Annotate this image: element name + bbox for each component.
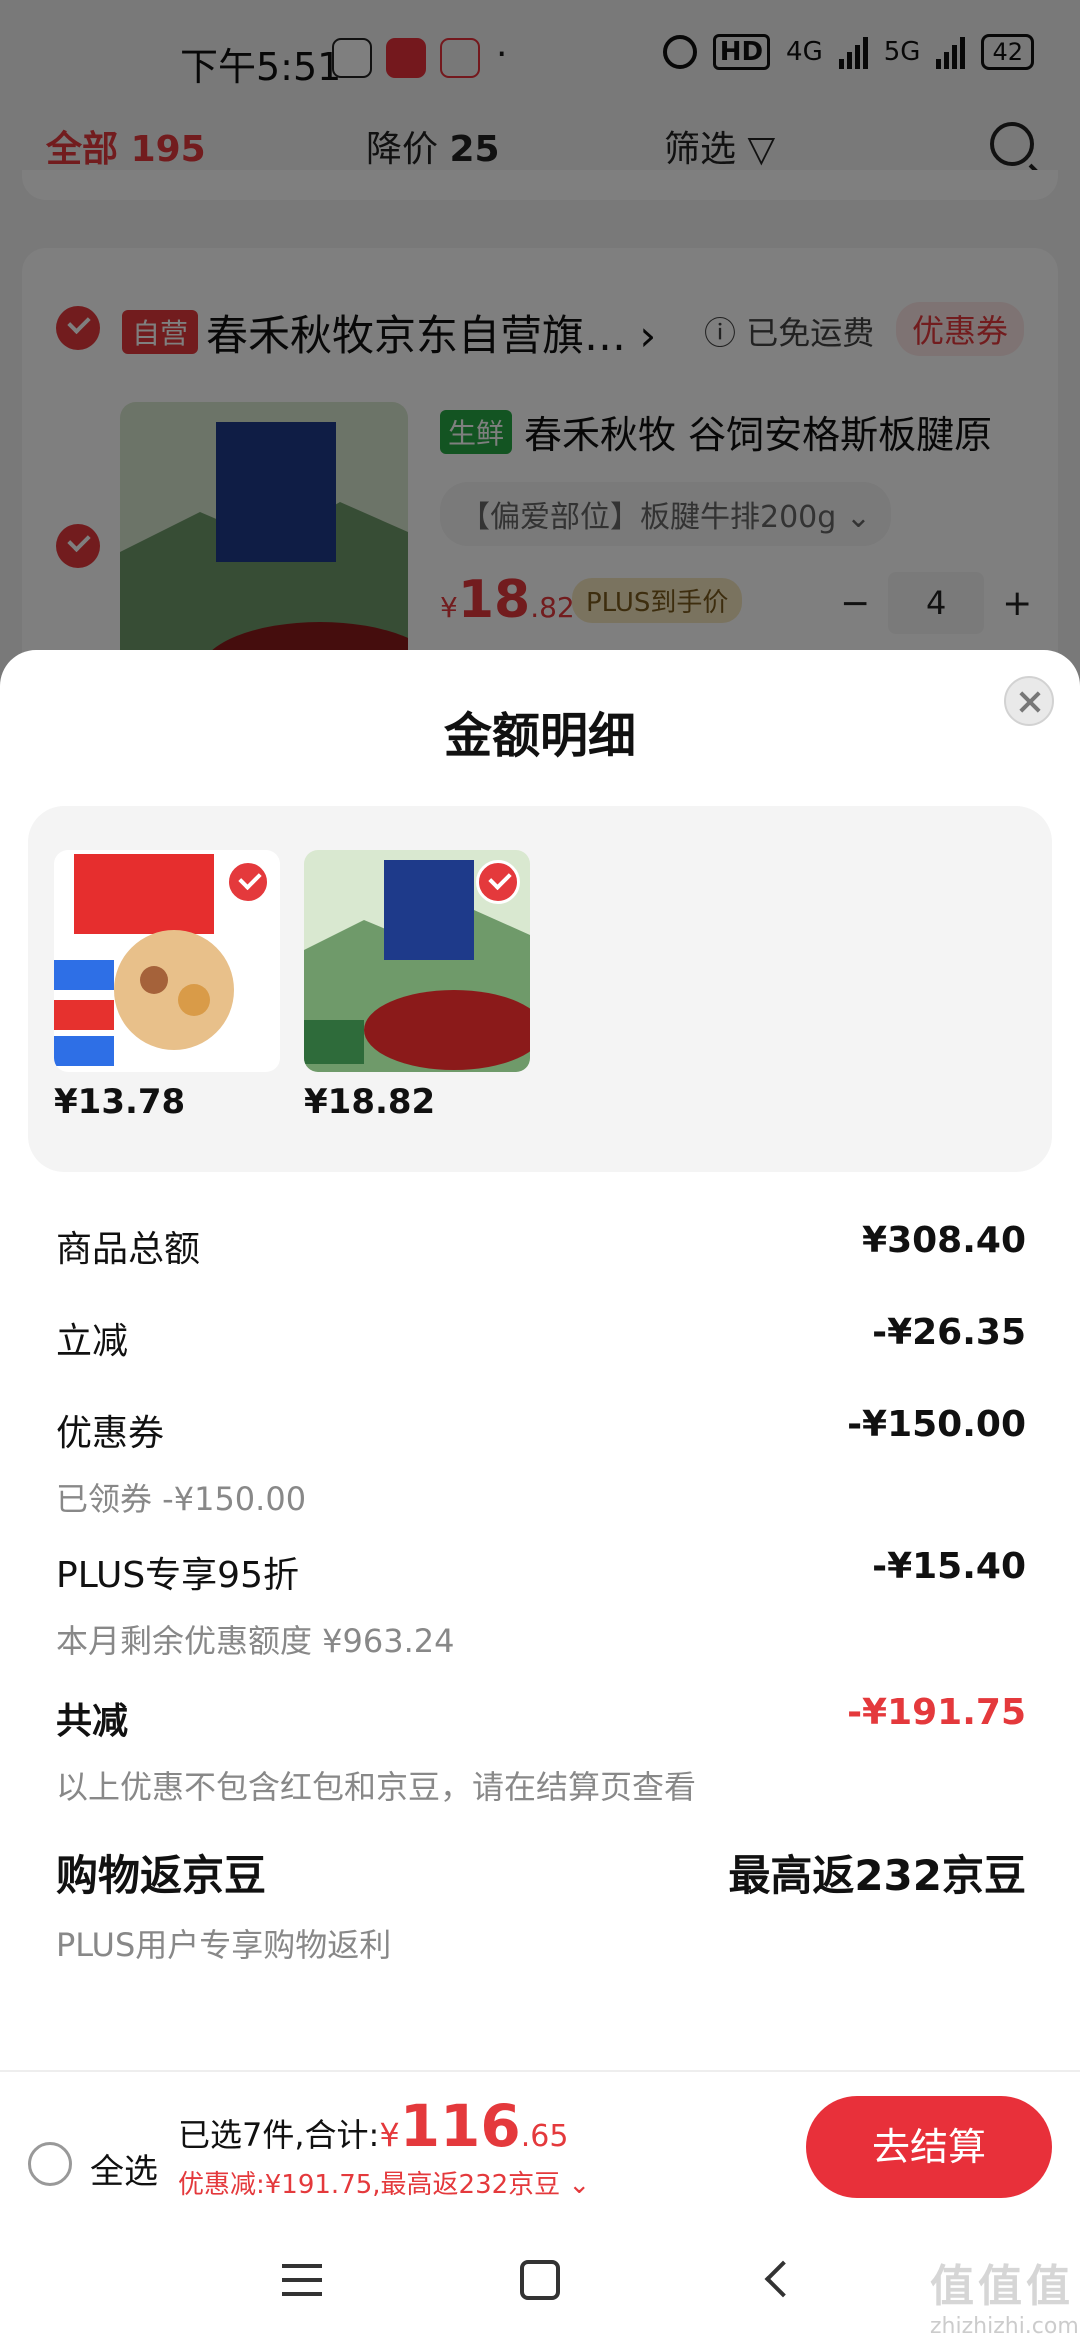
row-total-discount: 共减 -¥191.75 以上优惠不包含红包和京豆，请在结算页查看 — [56, 1692, 1026, 1812]
beans-label: 购物返京豆 — [56, 1851, 267, 1900]
discount-summary: 优惠减:¥191.75,最高返232京豆 ⌄ — [178, 2170, 591, 2200]
sum-value: -¥191.75 — [847, 1692, 1026, 1733]
row-plus-discount: PLUS专享95折 -¥15.40 本月剩余优惠额度 ¥963.24 — [56, 1546, 1026, 1666]
plus-value: -¥15.40 — [872, 1546, 1026, 1587]
sheet-title: 金额明细 — [443, 708, 636, 764]
row-total: 商品总额 ¥308.40 — [56, 1220, 1026, 1280]
order-summary[interactable]: 已选7件,合计:¥116.65 优惠减:¥191.75,最高返232京豆 ⌄ — [178, 2092, 590, 2201]
back-icon[interactable] — [764, 2260, 802, 2298]
beans-value: 最高返232京豆 — [728, 1851, 1026, 1900]
item-price: ¥13.78 — [54, 1082, 186, 1122]
total-dec: .65 — [520, 2119, 569, 2154]
selected-item[interactable]: ¥18.82 — [304, 850, 530, 1122]
coupon-value: -¥150.00 — [847, 1404, 1026, 1445]
selected-items: ¥13.78 ¥18.82 — [28, 806, 1052, 1172]
plus-sub: 本月剩余优惠额度 ¥963.24 — [56, 1622, 455, 1660]
beans-sub: PLUS用户专享购物返利 — [56, 1926, 392, 1964]
item-check-icon — [226, 860, 270, 904]
modal-overlay[interactable] — [0, 0, 1080, 700]
sum-sub: 以上优惠不包含红包和京豆，请在结算页查看 — [56, 1768, 697, 1806]
system-nav-bar — [0, 2210, 1080, 2340]
row-coupon: 优惠券 -¥150.00 已领券 -¥150.00 — [56, 1404, 1026, 1524]
beef-steak-image — [304, 850, 530, 1072]
coupon-sub: 已领券 -¥150.00 — [56, 1480, 307, 1518]
amount-detail-sheet: 金额明细 ¥13.78 ¥18.82 商品总额 ¥308.40 立减 -¥26.… — [0, 650, 1080, 2070]
total-label: 商品总额 — [56, 1229, 201, 1270]
plus-label: PLUS专享95折 — [56, 1555, 299, 1596]
coupon-label: 优惠券 — [56, 1413, 165, 1454]
home-icon[interactable] — [520, 2260, 560, 2300]
item-price: ¥18.82 — [304, 1082, 436, 1122]
checkout-button[interactable]: 去结算 — [806, 2096, 1052, 2198]
selected-count: 已选7件,合计: — [178, 2116, 380, 2154]
item-check-icon — [476, 860, 520, 904]
total-currency: ¥ — [379, 2116, 400, 2154]
total-int: 116 — [399, 2092, 521, 2160]
summary-total: 已选7件,合计:¥116.65 — [178, 2092, 590, 2160]
watermark-cn: 值值值 — [930, 2261, 1074, 2312]
select-all-radio[interactable] — [28, 2142, 72, 2186]
select-all-label[interactable]: 全选 — [90, 2144, 158, 2193]
selected-item[interactable]: ¥13.78 — [54, 850, 280, 1122]
watermark: 值值值 zhizhizhi.com — [930, 2250, 1079, 2339]
instant-label: 立减 — [56, 1321, 129, 1362]
checkout-bar: 全选 已选7件,合计:¥116.65 优惠减:¥191.75,最高返232京豆 … — [0, 2070, 1080, 2210]
close-button[interactable] — [1004, 676, 1054, 726]
menu-icon[interactable] — [282, 2264, 322, 2306]
row-instant-discount: 立减 -¥26.35 — [56, 1312, 1026, 1372]
hotpot-combo-image — [54, 850, 280, 1072]
instant-value: -¥26.35 — [872, 1312, 1026, 1353]
total-value: ¥308.40 — [862, 1220, 1026, 1261]
row-jd-beans: 购物返京豆 最高返232京豆 PLUS用户专享购物返利 — [56, 1842, 1026, 1964]
watermark-en: zhizhizhi.com — [930, 2314, 1079, 2339]
sum-label: 共减 — [56, 1701, 129, 1742]
